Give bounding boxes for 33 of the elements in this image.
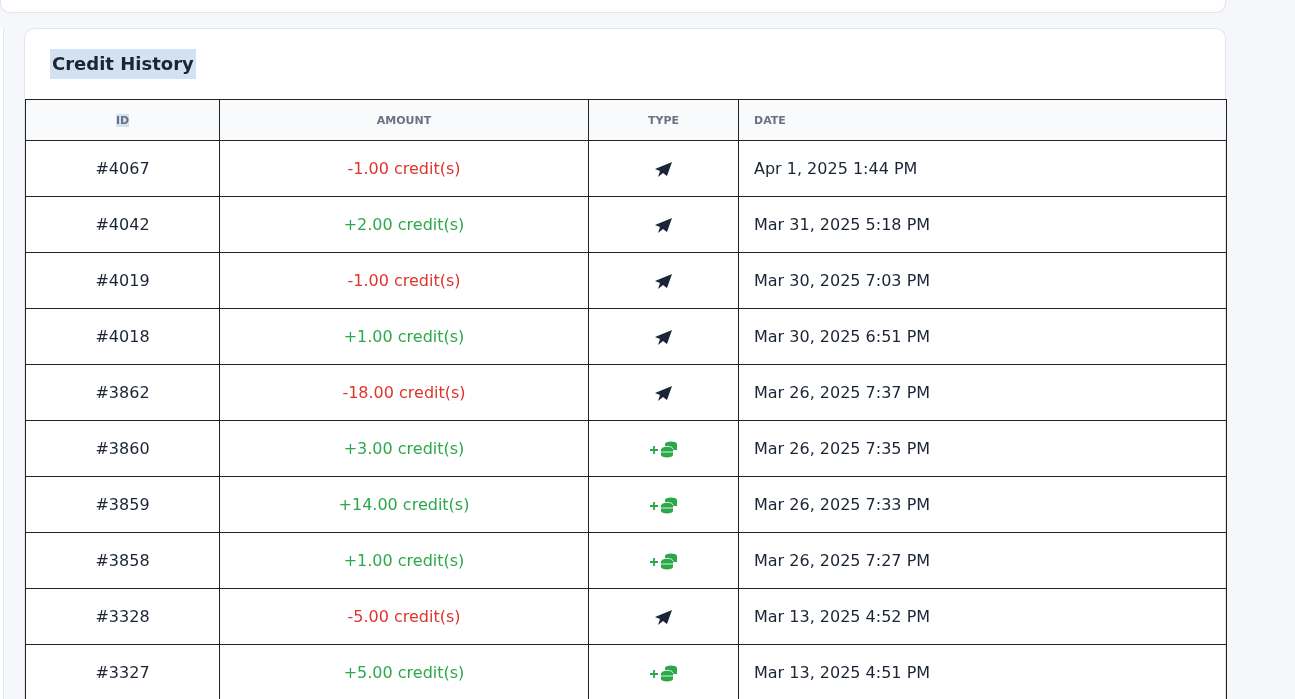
- amount-cell: +14.00 credit(s): [219, 476, 589, 533]
- amount-cell: +1.00 credit(s): [219, 308, 589, 365]
- amount-cell: +1.00 credit(s): [219, 532, 589, 589]
- column-label: AMOUNT: [376, 113, 432, 127]
- id-cell: #3327: [25, 644, 220, 699]
- date-cell: Mar 13, 2025 4:52 PM: [738, 588, 1227, 645]
- amount-cell: +3.00 credit(s): [219, 420, 589, 477]
- id-cell: #3328: [25, 588, 220, 645]
- amount-cell: -1.00 credit(s): [219, 252, 589, 309]
- id-cell: #3859: [25, 476, 220, 533]
- date-cell: Mar 30, 2025 6:51 PM: [738, 308, 1227, 365]
- id-cell: #4067: [25, 140, 220, 197]
- amount-cell: -5.00 credit(s): [219, 588, 589, 645]
- date-cell: Mar 26, 2025 7:33 PM: [738, 476, 1227, 533]
- id-cell: #4019: [25, 252, 220, 309]
- amount-cell: +2.00 credit(s): [219, 196, 589, 253]
- column-label: TYPE: [647, 113, 679, 127]
- card-title: Credit History: [50, 49, 196, 79]
- column-label: DATE: [754, 113, 786, 127]
- amount-cell: -18.00 credit(s): [219, 364, 589, 421]
- date-cell: Apr 1, 2025 1:44 PM: [738, 140, 1227, 197]
- column-label: ID: [115, 113, 130, 127]
- id-cell: #3862: [25, 364, 220, 421]
- date-cell: Mar 30, 2025 7:03 PM: [738, 252, 1227, 309]
- date-cell: Mar 26, 2025 7:37 PM: [738, 364, 1227, 421]
- id-cell: #3860: [25, 420, 220, 477]
- id-cell: #3858: [25, 532, 220, 589]
- date-cell: Mar 31, 2025 5:18 PM: [738, 196, 1227, 253]
- id-cell: #4042: [25, 196, 220, 253]
- date-cell: Mar 26, 2025 7:35 PM: [738, 420, 1227, 477]
- date-cell: Mar 26, 2025 7:27 PM: [738, 532, 1227, 589]
- id-cell: #4018: [25, 308, 220, 365]
- amount-cell: -1.00 credit(s): [219, 140, 589, 197]
